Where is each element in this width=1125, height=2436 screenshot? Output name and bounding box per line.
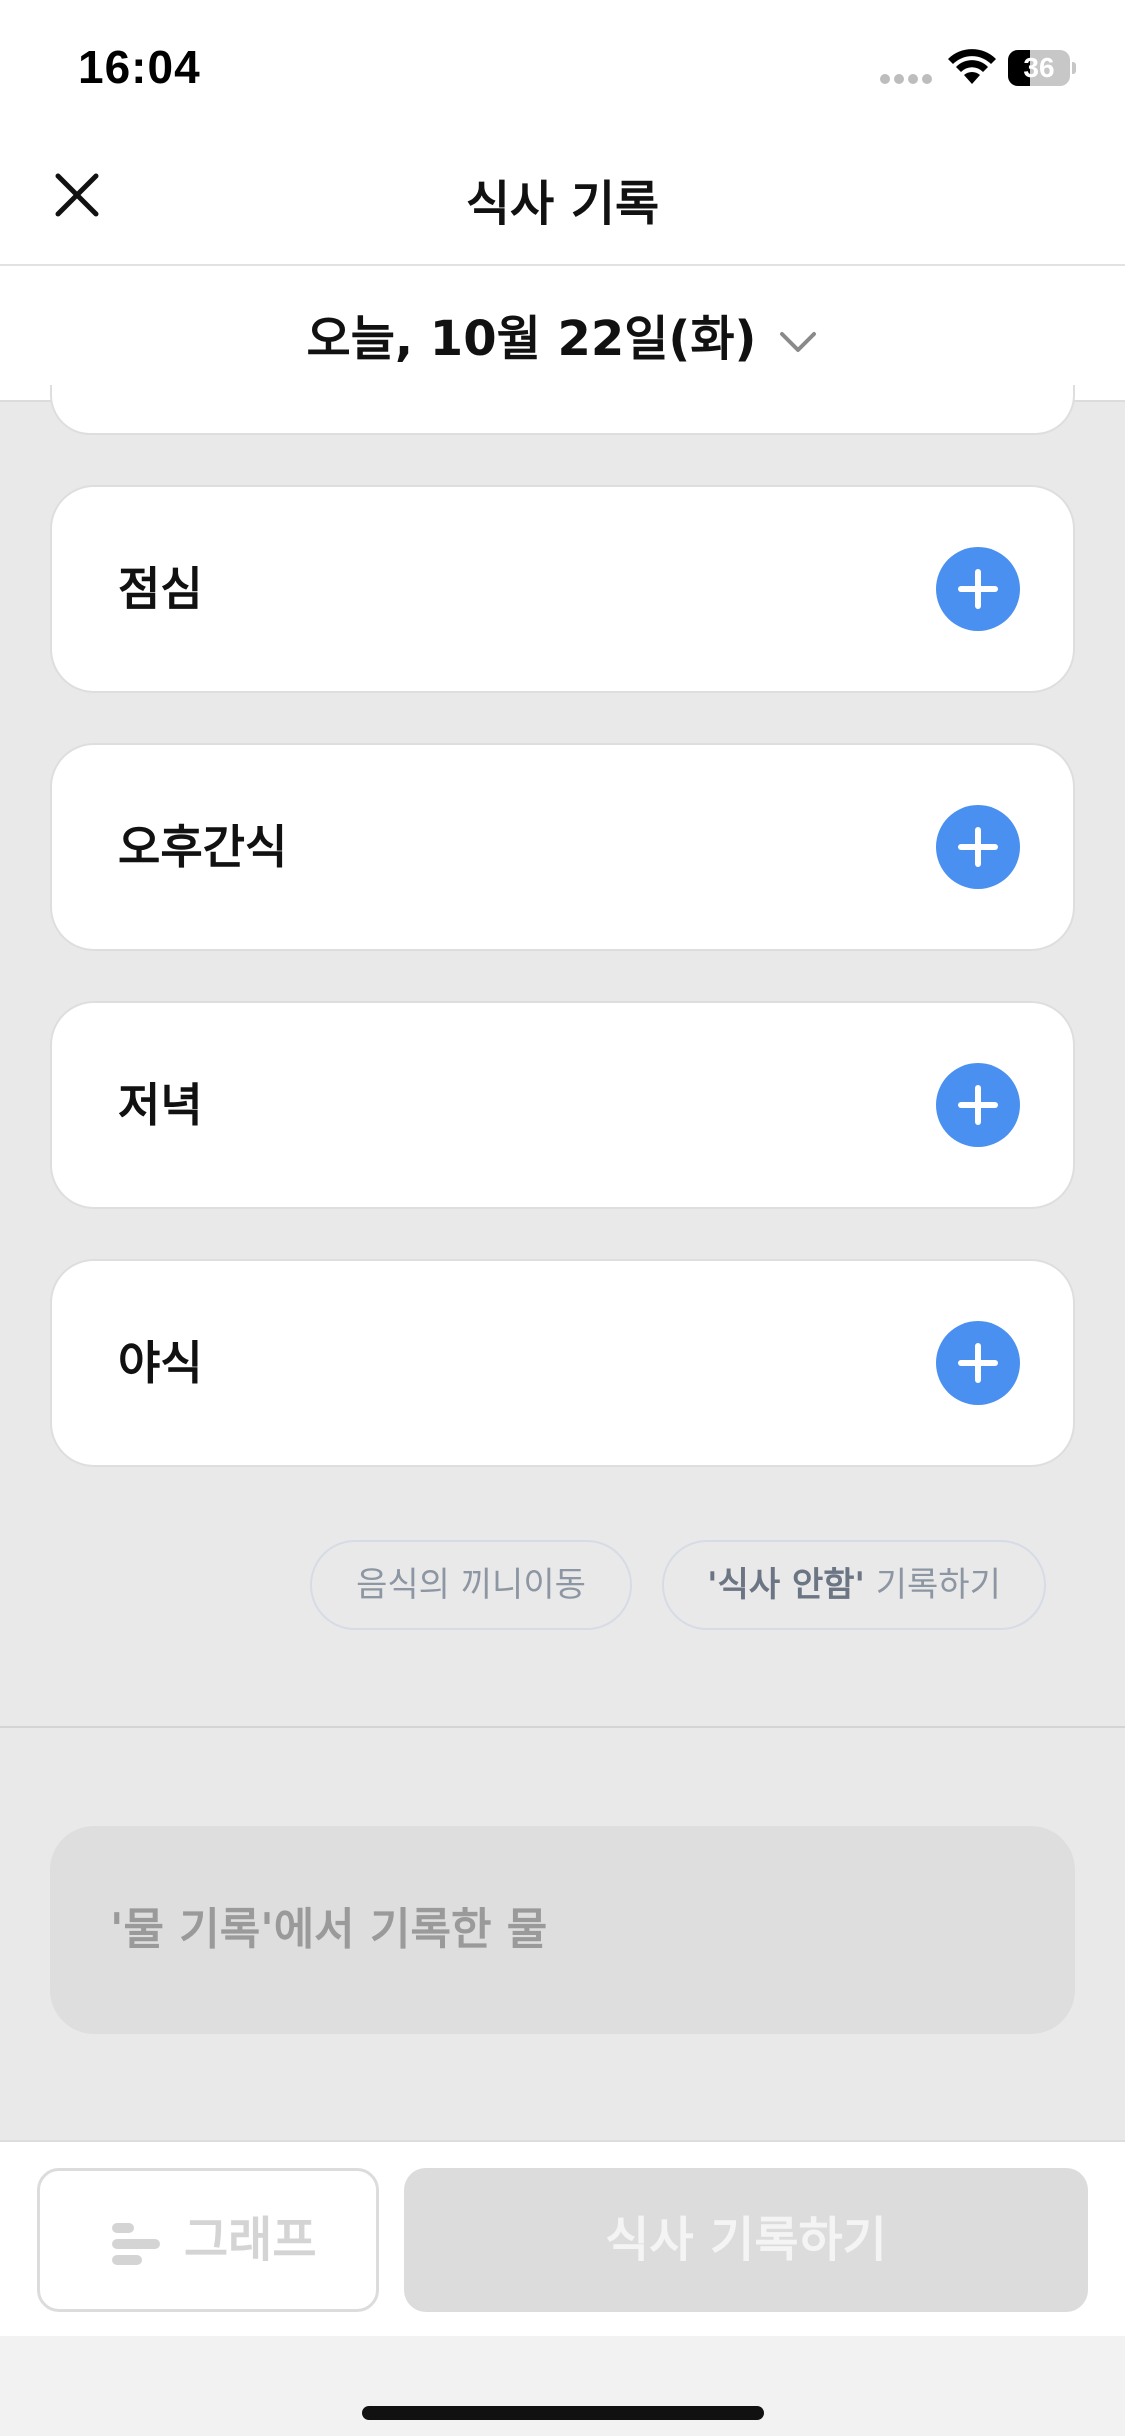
no-meal-bold-label: '식사 안함': [707, 1565, 865, 1605]
battery-percent: 36: [1023, 52, 1055, 83]
add-dinner-button[interactable]: [936, 1063, 1020, 1147]
submit-meal-button[interactable]: 식사 기록하기: [404, 2168, 1088, 2312]
date-selector[interactable]: 오늘, 10월 22일(화): [0, 266, 1125, 402]
food-move-button[interactable]: 음식의 끼니이동: [310, 1540, 632, 1630]
graph-label: 그래프: [184, 2212, 317, 2268]
add-late-night-button[interactable]: [936, 1321, 1020, 1405]
meal-label: 야식: [118, 1336, 203, 1390]
graph-button[interactable]: 그래프: [37, 2168, 379, 2312]
food-move-label: 음식의 끼니이동: [356, 1565, 586, 1605]
status-time: 16:04: [78, 41, 201, 93]
plus-icon: [958, 569, 998, 609]
no-meal-button[interactable]: '식사 안함' 기록하기: [662, 1540, 1046, 1630]
meal-card-dinner[interactable]: 저녁: [50, 1001, 1075, 1209]
page-title: 식사 기록: [465, 176, 660, 232]
plus-icon: [958, 1343, 998, 1383]
bar-chart-icon: [112, 2223, 160, 2265]
plus-icon: [958, 1085, 998, 1125]
home-indicator[interactable]: [362, 2406, 764, 2420]
add-lunch-button[interactable]: [936, 547, 1020, 631]
water-record-box: '물 기록'에서 기록한 물: [50, 1826, 1075, 2034]
meal-label: 점심: [118, 562, 203, 616]
header: 식사 기록: [0, 140, 1125, 265]
plus-icon: [958, 827, 998, 867]
date-label: 오늘, 10월 22일(화): [306, 311, 757, 367]
status-bar: 16:04 36: [0, 0, 1125, 140]
meal-label: 저녁: [118, 1078, 203, 1132]
water-record-text: '물 기록'에서 기록한 물: [110, 1904, 548, 1955]
battery-indicator: 36: [1008, 50, 1076, 86]
meal-record-screen: 16:04 36 식사 기록 오늘, 10월 22일(화) 점심 오후간식 저녁…: [0, 0, 1125, 2436]
home-indicator-area: [0, 2336, 1125, 2436]
add-afternoon-snack-button[interactable]: [936, 805, 1020, 889]
cellular-signal-icon: [880, 74, 936, 84]
meal-card-afternoon-snack[interactable]: 오후간식: [50, 743, 1075, 951]
section-divider: [0, 1726, 1125, 1728]
chevron-down-icon: [780, 332, 817, 352]
meal-card-late-night[interactable]: 야식: [50, 1259, 1075, 1467]
no-meal-label: 기록하기: [864, 1565, 1001, 1605]
meal-card-lunch[interactable]: 점심: [50, 485, 1075, 693]
meal-card-partial: [50, 385, 1075, 435]
meal-label: 오후간식: [118, 820, 288, 874]
wifi-icon: [948, 49, 996, 84]
bottom-action-bar: 그래프 식사 기록하기: [0, 2140, 1125, 2336]
